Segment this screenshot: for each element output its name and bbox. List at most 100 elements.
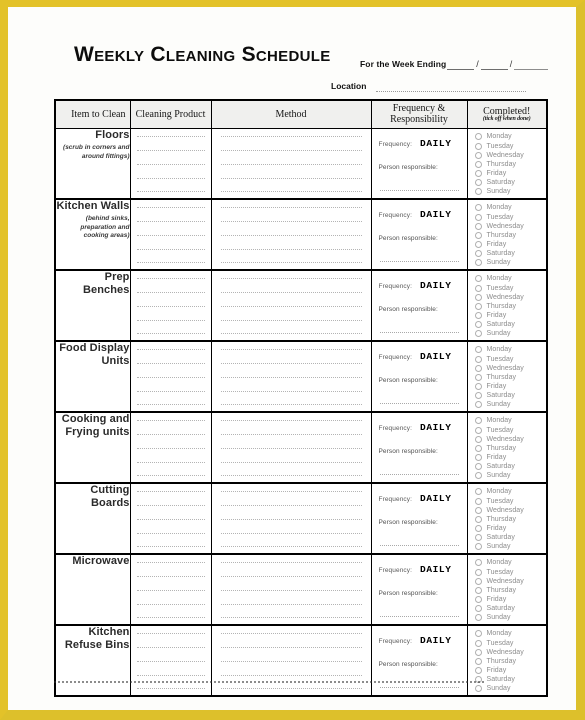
checkbox-circle-icon[interactable] bbox=[474, 497, 482, 505]
person-responsible-input[interactable] bbox=[379, 616, 459, 618]
checkbox-circle-icon[interactable] bbox=[474, 525, 482, 532]
checkbox-circle-icon[interactable] bbox=[474, 222, 482, 230]
checkbox-circle-icon[interactable] bbox=[474, 321, 482, 329]
cell-method[interactable] bbox=[210, 411, 372, 484]
person-responsible-input[interactable] bbox=[379, 474, 459, 476]
checkbox-circle-icon[interactable] bbox=[474, 250, 482, 258]
day-checkbox-row[interactable]: Saturday bbox=[474, 605, 547, 613]
checkbox-circle-icon[interactable] bbox=[474, 275, 482, 283]
day-checkbox-row[interactable]: Friday bbox=[474, 596, 547, 603]
location-blank[interactable] bbox=[376, 82, 527, 92]
cleaning-product-write-area[interactable] bbox=[131, 413, 211, 482]
day-checkbox-row[interactable]: Thursday bbox=[474, 160, 547, 168]
checkbox-circle-icon[interactable] bbox=[474, 293, 482, 301]
checkbox-circle-icon[interactable] bbox=[474, 543, 482, 551]
cell-method[interactable] bbox=[210, 269, 372, 342]
day-checkbox-row[interactable]: Saturday bbox=[474, 321, 547, 329]
person-responsible-input[interactable] bbox=[379, 403, 459, 405]
checkbox-circle-icon[interactable] bbox=[474, 515, 482, 523]
cleaning-product-write-area[interactable] bbox=[131, 129, 211, 198]
method-write-area[interactable] bbox=[212, 626, 371, 695]
week-ending-field[interactable]: For the Week Ending / / bbox=[360, 59, 549, 70]
checkbox-circle-icon[interactable] bbox=[474, 559, 482, 567]
day-checkbox-row[interactable]: Friday bbox=[474, 170, 547, 177]
cell-cleaning-product[interactable] bbox=[129, 411, 212, 484]
day-checkbox-row[interactable]: Monday bbox=[474, 559, 547, 567]
method-write-area[interactable] bbox=[212, 271, 371, 340]
person-responsible-input[interactable] bbox=[379, 261, 459, 263]
day-checkbox-row[interactable]: Wednesday bbox=[474, 222, 547, 230]
cell-method[interactable] bbox=[210, 128, 372, 200]
checkbox-circle-icon[interactable] bbox=[474, 534, 482, 542]
checkbox-circle-icon[interactable] bbox=[474, 488, 482, 496]
checkbox-circle-icon[interactable] bbox=[474, 231, 482, 239]
cell-method[interactable] bbox=[210, 482, 372, 555]
cleaning-product-write-area[interactable] bbox=[131, 342, 211, 411]
cleaning-product-write-area[interactable] bbox=[131, 484, 211, 553]
checkbox-circle-icon[interactable] bbox=[474, 179, 482, 187]
checkbox-circle-icon[interactable] bbox=[474, 259, 482, 267]
day-checkbox-row[interactable]: Tuesday bbox=[474, 142, 547, 150]
checkbox-circle-icon[interactable] bbox=[474, 577, 482, 585]
day-checkbox-row[interactable]: Monday bbox=[474, 204, 547, 212]
cell-cleaning-product[interactable] bbox=[129, 198, 212, 271]
checkbox-circle-icon[interactable] bbox=[474, 373, 482, 381]
checkbox-circle-icon[interactable] bbox=[474, 312, 482, 319]
day-checkbox-row[interactable]: Sunday bbox=[474, 401, 547, 409]
checkbox-circle-icon[interactable] bbox=[474, 667, 482, 674]
checkbox-circle-icon[interactable] bbox=[474, 364, 482, 372]
cell-cleaning-product[interactable] bbox=[129, 340, 212, 413]
checkbox-circle-icon[interactable] bbox=[474, 330, 482, 338]
checkbox-circle-icon[interactable] bbox=[474, 596, 482, 603]
checkbox-circle-icon[interactable] bbox=[474, 417, 482, 425]
day-checkbox-row[interactable]: Thursday bbox=[474, 373, 547, 381]
checkbox-circle-icon[interactable] bbox=[474, 142, 482, 150]
cell-method[interactable] bbox=[210, 198, 372, 271]
day-checkbox-row[interactable]: Friday bbox=[474, 383, 547, 390]
day-checkbox-row[interactable]: Saturday bbox=[474, 463, 547, 471]
checkbox-circle-icon[interactable] bbox=[474, 444, 482, 452]
checkbox-circle-icon[interactable] bbox=[474, 241, 482, 248]
day-checkbox-row[interactable]: Thursday bbox=[474, 231, 547, 239]
day-checkbox-row[interactable]: Sunday bbox=[474, 188, 547, 196]
checkbox-circle-icon[interactable] bbox=[474, 648, 482, 656]
checkbox-circle-icon[interactable] bbox=[474, 383, 482, 390]
checkbox-circle-icon[interactable] bbox=[474, 426, 482, 434]
day-checkbox-row[interactable]: Tuesday bbox=[474, 426, 547, 434]
day-checkbox-row[interactable]: Wednesday bbox=[474, 648, 547, 656]
checkbox-circle-icon[interactable] bbox=[474, 170, 482, 177]
checkbox-circle-icon[interactable] bbox=[474, 472, 482, 480]
location-field[interactable]: Location bbox=[331, 81, 527, 92]
day-checkbox-row[interactable]: Sunday bbox=[474, 685, 547, 693]
day-checkbox-row[interactable]: Thursday bbox=[474, 586, 547, 594]
checkbox-circle-icon[interactable] bbox=[474, 657, 482, 665]
cell-cleaning-product[interactable] bbox=[129, 553, 212, 626]
checkbox-circle-icon[interactable] bbox=[474, 213, 482, 221]
cleaning-product-write-area[interactable] bbox=[131, 271, 211, 340]
checkbox-circle-icon[interactable] bbox=[474, 392, 482, 400]
day-checkbox-row[interactable]: Monday bbox=[474, 417, 547, 425]
checkbox-circle-icon[interactable] bbox=[474, 568, 482, 576]
day-checkbox-row[interactable]: Sunday bbox=[474, 330, 547, 338]
cleaning-product-write-area[interactable] bbox=[131, 200, 211, 269]
checkbox-circle-icon[interactable] bbox=[474, 506, 482, 514]
day-checkbox-row[interactable]: Tuesday bbox=[474, 284, 547, 292]
person-responsible-input[interactable] bbox=[379, 687, 459, 689]
day-checkbox-row[interactable]: Thursday bbox=[474, 302, 547, 310]
day-checkbox-row[interactable]: Tuesday bbox=[474, 213, 547, 221]
day-checkbox-row[interactable]: Monday bbox=[474, 630, 547, 638]
day-checkbox-row[interactable]: Monday bbox=[474, 275, 547, 283]
week-ending-day-blank[interactable] bbox=[447, 59, 475, 70]
day-checkbox-row[interactable]: Tuesday bbox=[474, 568, 547, 576]
cell-method[interactable] bbox=[210, 553, 372, 626]
checkbox-circle-icon[interactable] bbox=[474, 133, 482, 141]
day-checkbox-row[interactable]: Wednesday bbox=[474, 435, 547, 443]
checkbox-circle-icon[interactable] bbox=[474, 160, 482, 168]
method-write-area[interactable] bbox=[212, 484, 371, 553]
method-write-area[interactable] bbox=[212, 555, 371, 624]
person-responsible-input[interactable] bbox=[379, 545, 459, 547]
day-checkbox-row[interactable]: Thursday bbox=[474, 657, 547, 665]
checkbox-circle-icon[interactable] bbox=[474, 355, 482, 363]
cleaning-product-write-area[interactable] bbox=[131, 626, 211, 695]
day-checkbox-row[interactable]: Saturday bbox=[474, 534, 547, 542]
